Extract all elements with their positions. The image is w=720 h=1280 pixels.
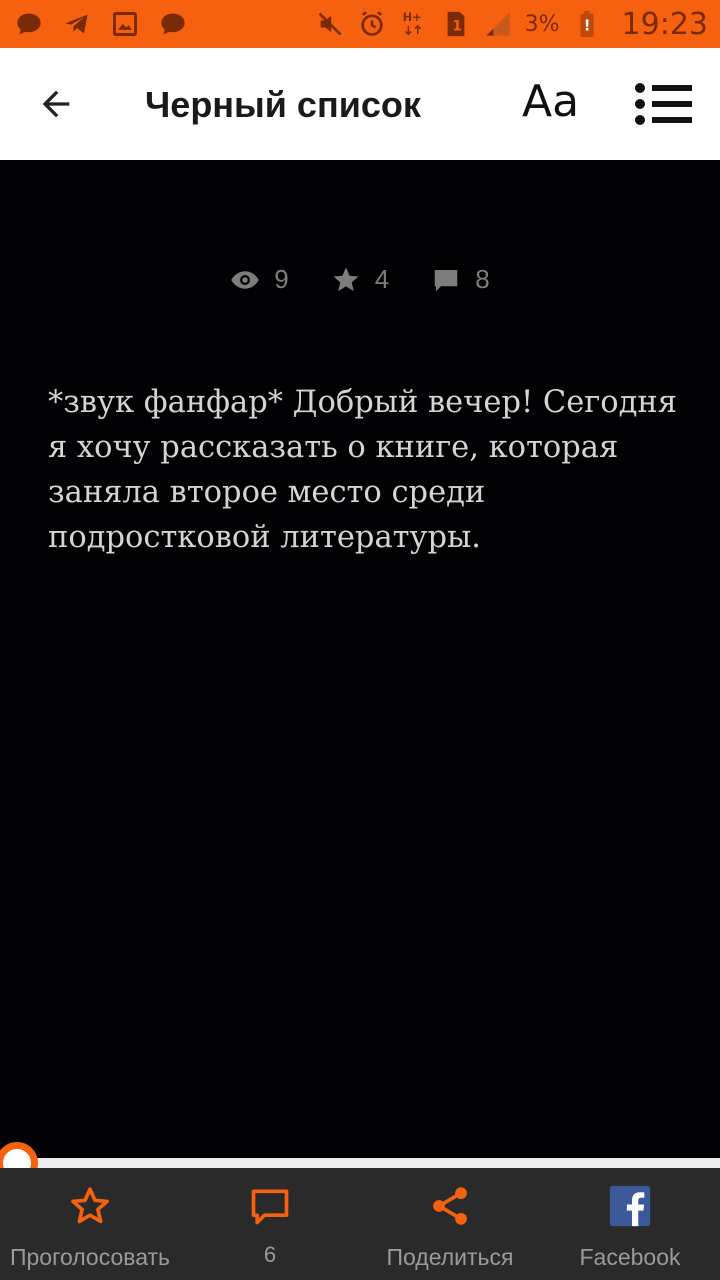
story-stats: 9 4 8 — [0, 264, 720, 295]
comments-stat: 8 — [431, 264, 490, 295]
views-count: 9 — [274, 264, 289, 294]
stars-count: 4 — [374, 264, 390, 294]
comment-icon — [434, 269, 458, 291]
network-type-icon: H+ — [399, 9, 429, 39]
share-icon — [433, 1187, 467, 1225]
facebook-label: Facebook — [579, 1244, 681, 1270]
list-icon — [635, 83, 692, 125]
gallery-icon — [110, 9, 140, 39]
views-stat: 9 — [230, 264, 289, 295]
comments-button-count: 6 — [263, 1242, 277, 1267]
system-icons: H+ 1 3% ! 19:23 — [315, 7, 708, 42]
battery-percentage: 3% — [524, 11, 560, 37]
message-icon — [158, 9, 188, 39]
vote-label: Проголосовать — [9, 1244, 171, 1270]
arrow-left-icon — [42, 90, 70, 118]
bottom-action-bar: Проголосовать 6 Поделиться Facebook — [0, 1168, 720, 1280]
svg-text:H+: H+ — [402, 11, 421, 24]
alarm-icon — [357, 9, 387, 39]
mute-icon — [315, 9, 345, 39]
comments-count: 8 — [475, 264, 490, 294]
svg-text:!: ! — [583, 17, 590, 35]
reader-content: 9 4 8 *звук фанфар* Добрый вечер! Сегодн… — [0, 160, 720, 1160]
eye-icon — [231, 270, 260, 289]
share-label: Поделиться — [386, 1244, 514, 1270]
chapters-menu-button[interactable] — [632, 80, 694, 128]
page-title: Черный список — [145, 84, 421, 125]
back-button[interactable] — [30, 78, 82, 130]
star-outline-icon — [71, 1187, 109, 1224]
telegram-icon — [62, 9, 92, 39]
status-bar: H+ 1 3% ! 19:23 — [0, 0, 720, 48]
star-icon — [333, 267, 359, 291]
clock: 19:23 — [621, 6, 708, 42]
vote-button[interactable]: Проголосовать — [0, 1168, 180, 1280]
battery-low-icon: ! — [572, 9, 602, 39]
svg-text:1: 1 — [452, 19, 462, 35]
notification-icons — [14, 9, 188, 39]
facebook-icon — [609, 1185, 651, 1227]
stars-stat: 4 — [331, 264, 389, 295]
app-bar: Черный список Aa — [0, 48, 720, 160]
share-button[interactable]: Поделиться — [360, 1168, 540, 1280]
sim-icon: 1 — [441, 9, 471, 39]
reading-progress-bar[interactable] — [0, 1158, 720, 1168]
comment-outline-icon — [251, 1189, 289, 1225]
chat-bubble-icon — [14, 9, 44, 39]
signal-icon — [483, 9, 513, 39]
article-text: *звук фанфар* Добрый вечер! Сегодня я хо… — [48, 385, 678, 555]
facebook-button[interactable]: Facebook — [540, 1168, 720, 1280]
comments-button[interactable]: 6 — [180, 1168, 360, 1280]
font-size-button[interactable]: Aa — [522, 76, 579, 127]
